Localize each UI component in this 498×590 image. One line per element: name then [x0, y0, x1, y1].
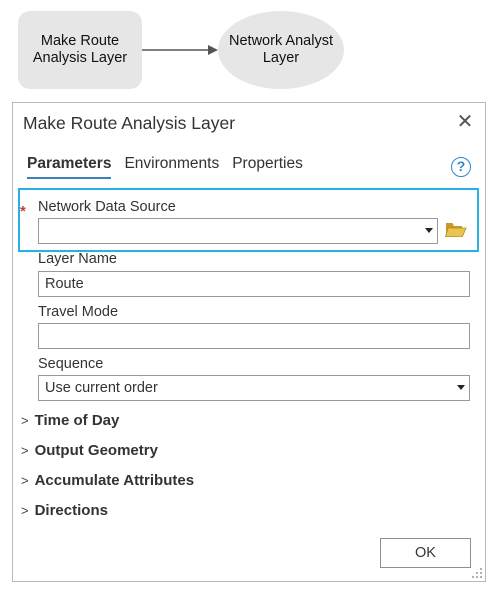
- layer-name-input[interactable]: Route: [38, 271, 470, 297]
- section-directions[interactable]: > Directions: [21, 502, 108, 519]
- connector-arrow: [142, 45, 218, 55]
- network-data-source-dropdown[interactable]: [38, 218, 438, 244]
- output-node-label-line1: Network Analyst: [229, 33, 333, 49]
- chevron-right-icon: >: [21, 413, 29, 428]
- help-icon[interactable]: ?: [451, 157, 471, 177]
- section-output-geometry[interactable]: > Output Geometry: [21, 442, 158, 459]
- chevron-down-icon: [425, 228, 433, 233]
- tool-node-label-line1: Make Route: [40, 33, 120, 49]
- folder-open-icon[interactable]: [445, 220, 467, 238]
- dialog-title: Make Route Analysis Layer: [23, 113, 236, 133]
- layer-name-label: Layer Name: [38, 251, 117, 267]
- tool-node-make-route-analysis-layer[interactable]: Make Route Analysis Layer: [18, 11, 142, 89]
- sequence-dropdown[interactable]: Use current order: [38, 375, 470, 401]
- close-icon[interactable]: ✕: [455, 112, 475, 132]
- output-node-label-line2: Layer: [262, 50, 300, 66]
- tool-node-label-line2: Analysis Layer: [32, 50, 128, 66]
- sequence-value: Use current order: [45, 380, 158, 396]
- network-data-source-label: Network Data Source: [38, 199, 176, 215]
- output-node-network-analyst-layer[interactable]: Network Analyst Layer: [218, 11, 344, 89]
- section-label: Accumulate Attributes: [34, 472, 195, 489]
- tool-dialog: Make Route Analysis Layer ✕ Parameters E…: [12, 102, 486, 582]
- required-marker: *: [20, 203, 26, 220]
- ok-button[interactable]: OK: [380, 538, 471, 568]
- sequence-label: Sequence: [38, 356, 104, 372]
- tab-environments[interactable]: Environments: [124, 155, 219, 179]
- section-label: Output Geometry: [34, 442, 158, 459]
- section-time-of-day[interactable]: > Time of Day: [21, 412, 119, 429]
- chevron-right-icon: >: [21, 443, 29, 458]
- travel-mode-label: Travel Mode: [38, 304, 119, 320]
- chevron-right-icon: >: [21, 473, 29, 488]
- model-diagram: Make Route Analysis Layer Network Analys…: [0, 0, 498, 100]
- chevron-right-icon: >: [21, 503, 29, 518]
- section-label: Directions: [34, 502, 108, 519]
- chevron-down-icon: [457, 385, 465, 390]
- travel-mode-input[interactable]: [38, 323, 470, 349]
- section-label: Time of Day: [34, 412, 120, 429]
- dialog-tabs: Parameters Environments Properties: [27, 155, 303, 179]
- tab-parameters[interactable]: Parameters: [27, 155, 112, 179]
- section-accumulate-attributes[interactable]: > Accumulate Attributes: [21, 472, 194, 489]
- resize-grip-icon[interactable]: [471, 567, 483, 579]
- tab-properties[interactable]: Properties: [232, 155, 303, 179]
